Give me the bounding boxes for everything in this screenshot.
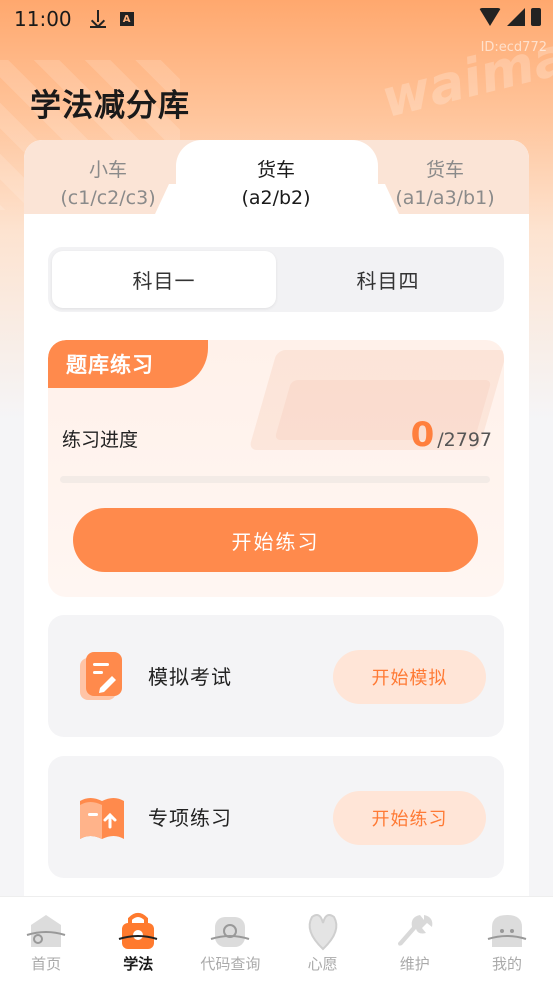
tab-car-title: 小车 bbox=[88, 159, 127, 181]
nav-maintenance-label: 维护 bbox=[399, 955, 430, 973]
code-query-icon bbox=[211, 917, 250, 947]
id-label: ID:ecd772 bbox=[480, 40, 547, 55]
special-practice-label: 专项练习 bbox=[148, 806, 232, 830]
wrench-icon bbox=[397, 915, 433, 946]
tab-truck-a1a3b1-classes: (a1/a3/b1) bbox=[395, 187, 495, 209]
wish-icon bbox=[308, 914, 337, 951]
nav-study-label: 学法 bbox=[123, 955, 154, 973]
book-upload-icon bbox=[80, 798, 124, 839]
special-practice-row: 专项练习 开始练习 bbox=[48, 756, 504, 878]
profile-icon bbox=[487, 915, 527, 947]
mock-exam-row: 模拟考试 开始模拟 bbox=[48, 615, 504, 737]
nav-code-query-label: 代码查询 bbox=[200, 955, 261, 973]
home-icon bbox=[26, 915, 66, 947]
subject-one-option[interactable]: 科目一 bbox=[52, 251, 276, 308]
nav-wish[interactable]: 心愿 bbox=[277, 897, 369, 984]
wifi-icon bbox=[479, 8, 501, 26]
tab-truck-a1a3b1[interactable]: 货车 (a1/a3/b1) bbox=[361, 156, 529, 212]
subject-four-option[interactable]: 科目四 bbox=[276, 251, 500, 308]
battery-icon bbox=[531, 8, 541, 26]
nav-profile-label: 我的 bbox=[491, 955, 522, 973]
download-icon bbox=[89, 10, 106, 28]
tab-truck-a2b2[interactable]: 货车 (a2/b2) bbox=[192, 156, 360, 212]
status-bar: 11:00 A bbox=[0, 0, 553, 38]
exam-pen-icon bbox=[80, 652, 122, 700]
progress-label: 练习进度 bbox=[62, 429, 139, 451]
nav-home[interactable]: 首页 bbox=[0, 897, 92, 984]
page-title: 学法减分库 bbox=[30, 88, 190, 124]
nav-maintenance[interactable]: 维护 bbox=[369, 897, 461, 984]
progress-done: 0 bbox=[410, 415, 435, 455]
mock-exam-label: 模拟考试 bbox=[148, 665, 232, 689]
subject-switch: 科目一 科目四 bbox=[48, 247, 504, 312]
start-practice-button[interactable]: 开始练习 bbox=[73, 508, 478, 572]
tab-car-classes: (c1/c2/c3) bbox=[60, 187, 156, 209]
progress-total: /2797 bbox=[437, 429, 492, 451]
nav-wish-label: 心愿 bbox=[307, 955, 338, 973]
keyboard-a-icon: A bbox=[119, 12, 134, 26]
question-bank-tag: 题库练习 bbox=[48, 340, 208, 388]
bottom-nav: 首页 学法 代码查询 心愿 维护 我的 bbox=[0, 896, 553, 984]
main-card: 小车 (c1/c2/c3) 货车 (a2/b2) 货车 (a1/a3/b1) 科… bbox=[24, 140, 529, 920]
start-special-practice-button[interactable]: 开始练习 bbox=[333, 791, 486, 845]
tab-truck-a2b2-title: 货车 bbox=[256, 159, 295, 181]
nav-study[interactable]: 学法 bbox=[92, 897, 184, 984]
start-mock-button[interactable]: 开始模拟 bbox=[333, 650, 486, 704]
progress-bar bbox=[60, 476, 490, 483]
study-icon bbox=[118, 913, 158, 949]
progress-count: 0 /2797 bbox=[411, 415, 492, 455]
tab-truck-a2b2-classes: (a2/b2) bbox=[241, 187, 311, 209]
nav-home-label: 首页 bbox=[31, 955, 62, 973]
nav-code-query[interactable]: 代码查询 bbox=[184, 897, 276, 984]
nav-profile[interactable]: 我的 bbox=[461, 897, 553, 984]
tab-car[interactable]: 小车 (c1/c2/c3) bbox=[24, 156, 192, 212]
status-time: 11:00 bbox=[14, 7, 72, 31]
question-bank-card: 题库练习 练习进度 0 /2797 开始练习 bbox=[48, 340, 504, 597]
tab-truck-a1a3b1-title: 货车 bbox=[425, 159, 464, 181]
signal-icon bbox=[507, 8, 525, 26]
